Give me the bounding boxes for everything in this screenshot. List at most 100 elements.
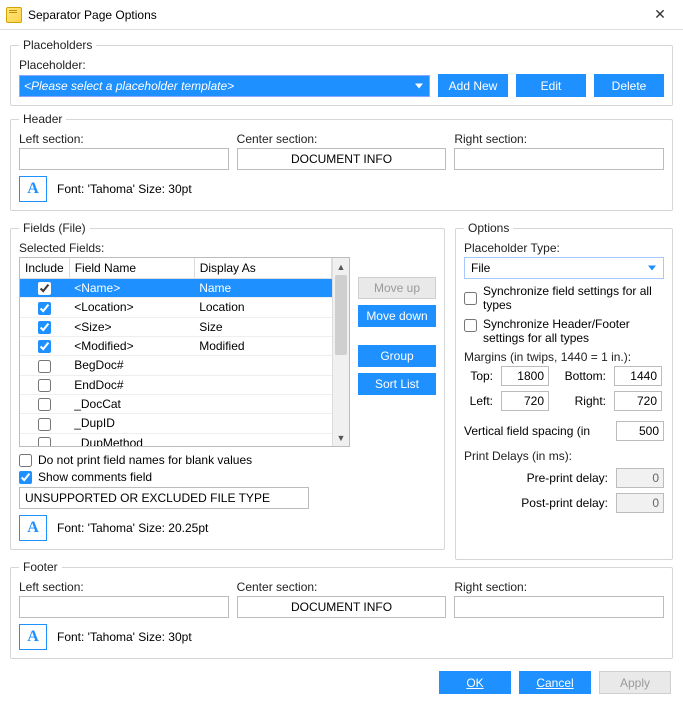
table-row[interactable]: <Name>Name <box>20 279 332 298</box>
include-cell[interactable] <box>20 356 69 375</box>
header-group: Header Left section: Center section: Rig… <box>10 112 673 211</box>
apply-button[interactable]: Apply <box>599 671 671 694</box>
field-name-cell: <Size> <box>69 317 194 336</box>
close-button[interactable]: ✕ <box>637 0 683 30</box>
blank-values-checkbox[interactable] <box>19 454 32 467</box>
include-checkbox[interactable] <box>38 302 51 315</box>
include-cell[interactable] <box>20 317 69 336</box>
sync-hf-label[interactable]: Synchronize Header/Footer settings for a… <box>483 317 664 345</box>
comments-field[interactable] <box>19 487 309 509</box>
field-name-cell: EndDoc# <box>69 375 194 394</box>
table-row[interactable]: _DupID <box>20 414 332 433</box>
post-delay-input[interactable] <box>616 493 664 513</box>
table-row[interactable]: _DocCat <box>20 394 332 413</box>
apply-label: Apply <box>620 676 650 690</box>
include-cell[interactable] <box>20 375 69 394</box>
table-row[interactable]: <Modified>Modified <box>20 336 332 355</box>
header-right-label: Right section: <box>454 132 664 146</box>
scroll-thumb[interactable] <box>335 275 347 355</box>
table-row[interactable]: <Size>Size <box>20 317 332 336</box>
col-display-as[interactable]: Display As <box>194 258 331 279</box>
include-checkbox[interactable] <box>38 321 51 334</box>
footer-right-input[interactable] <box>454 596 664 618</box>
group-button[interactable]: Group <box>358 345 436 367</box>
include-checkbox[interactable] <box>38 437 51 446</box>
header-legend: Header <box>19 112 66 126</box>
footer-legend: Footer <box>19 560 62 574</box>
footer-font-button[interactable]: A <box>19 624 47 650</box>
fields-scrollbar[interactable]: ▲ ▼ <box>332 258 349 446</box>
footer-font-desc: Font: 'Tahoma' Size: 30pt <box>57 630 192 644</box>
pre-delay-input[interactable] <box>616 468 664 488</box>
fields-legend: Fields (File) <box>19 221 90 235</box>
include-cell[interactable] <box>20 336 69 355</box>
sync-fields-checkbox[interactable] <box>464 292 477 305</box>
include-checkbox[interactable] <box>38 379 51 392</box>
col-include[interactable]: Include <box>20 258 69 279</box>
margin-bottom-input[interactable] <box>614 366 662 386</box>
header-right-input[interactable] <box>454 148 664 170</box>
field-name-cell: <Modified> <box>69 336 194 355</box>
window-title: Separator Page Options <box>28 8 157 22</box>
footer-center-label: Center section: <box>237 580 447 594</box>
placeholder-select[interactable]: <Please select a placeholder template> <box>19 75 430 97</box>
titlebar: Separator Page Options ✕ <box>0 0 683 30</box>
col-field-name[interactable]: Field Name <box>69 258 194 279</box>
include-checkbox[interactable] <box>38 340 51 353</box>
table-row[interactable]: EndDoc# <box>20 375 332 394</box>
fields-grid[interactable]: Include Field Name Display As <Name>Name… <box>19 257 350 447</box>
show-comments-label[interactable]: Show comments field <box>38 470 152 484</box>
margin-right-input[interactable] <box>614 391 662 411</box>
fields-header-row: Include Field Name Display As <box>20 258 332 279</box>
sort-list-button[interactable]: Sort List <box>358 373 436 395</box>
include-cell[interactable] <box>20 414 69 433</box>
options-legend: Options <box>464 221 513 235</box>
table-row[interactable]: <Location>Location <box>20 298 332 317</box>
footer-center-input[interactable] <box>237 596 447 618</box>
include-checkbox[interactable] <box>38 398 51 411</box>
display-as-cell <box>194 394 331 413</box>
header-font-button[interactable]: A <box>19 176 47 202</box>
display-as-cell: Size <box>194 317 331 336</box>
scroll-up-icon[interactable]: ▲ <box>333 258 349 275</box>
field-name-cell: _DupMethod <box>69 433 194 446</box>
ok-button[interactable]: OK <box>439 671 511 694</box>
include-checkbox[interactable] <box>38 282 51 295</box>
margin-bottom-label: Bottom: <box>559 369 606 383</box>
placeholder-select-value: <Please select a placeholder template> <box>24 79 234 93</box>
add-new-button[interactable]: Add New <box>438 74 508 97</box>
display-as-cell <box>194 356 331 375</box>
ph-type-select[interactable]: File <box>464 257 664 279</box>
footer-left-input[interactable] <box>19 596 229 618</box>
include-cell[interactable] <box>20 433 69 446</box>
header-center-label: Center section: <box>237 132 447 146</box>
sync-fields-label[interactable]: Synchronize field settings for all types <box>483 284 664 312</box>
scroll-down-icon[interactable]: ▼ <box>333 429 349 446</box>
margin-top-input[interactable] <box>501 366 549 386</box>
move-up-button[interactable]: Move up <box>358 277 436 299</box>
fields-font-button[interactable]: A <box>19 515 47 541</box>
blank-values-label[interactable]: Do not print field names for blank value… <box>38 453 252 467</box>
table-row[interactable]: BegDoc# <box>20 356 332 375</box>
show-comments-checkbox[interactable] <box>19 471 32 484</box>
include-cell[interactable] <box>20 394 69 413</box>
header-center-input[interactable] <box>237 148 447 170</box>
vspacing-label: Vertical field spacing (in <box>464 424 590 438</box>
include-checkbox[interactable] <box>38 360 51 373</box>
pre-delay-label: Pre-print delay: <box>527 471 608 485</box>
field-name-cell: BegDoc# <box>69 356 194 375</box>
margin-top-label: Top: <box>464 369 493 383</box>
move-down-button[interactable]: Move down <box>358 305 436 327</box>
cancel-button[interactable]: Cancel <box>519 671 591 694</box>
delays-label: Print Delays (in ms): <box>464 449 664 463</box>
sync-hf-checkbox[interactable] <box>464 319 477 332</box>
delete-button[interactable]: Delete <box>594 74 664 97</box>
table-row[interactable]: _DupMethod <box>20 433 332 446</box>
margin-left-input[interactable] <box>501 391 549 411</box>
include-checkbox[interactable] <box>38 418 51 431</box>
vspacing-input[interactable] <box>616 421 664 441</box>
include-cell[interactable] <box>20 298 69 317</box>
include-cell[interactable] <box>20 279 69 298</box>
edit-button[interactable]: Edit <box>516 74 586 97</box>
header-left-input[interactable] <box>19 148 229 170</box>
